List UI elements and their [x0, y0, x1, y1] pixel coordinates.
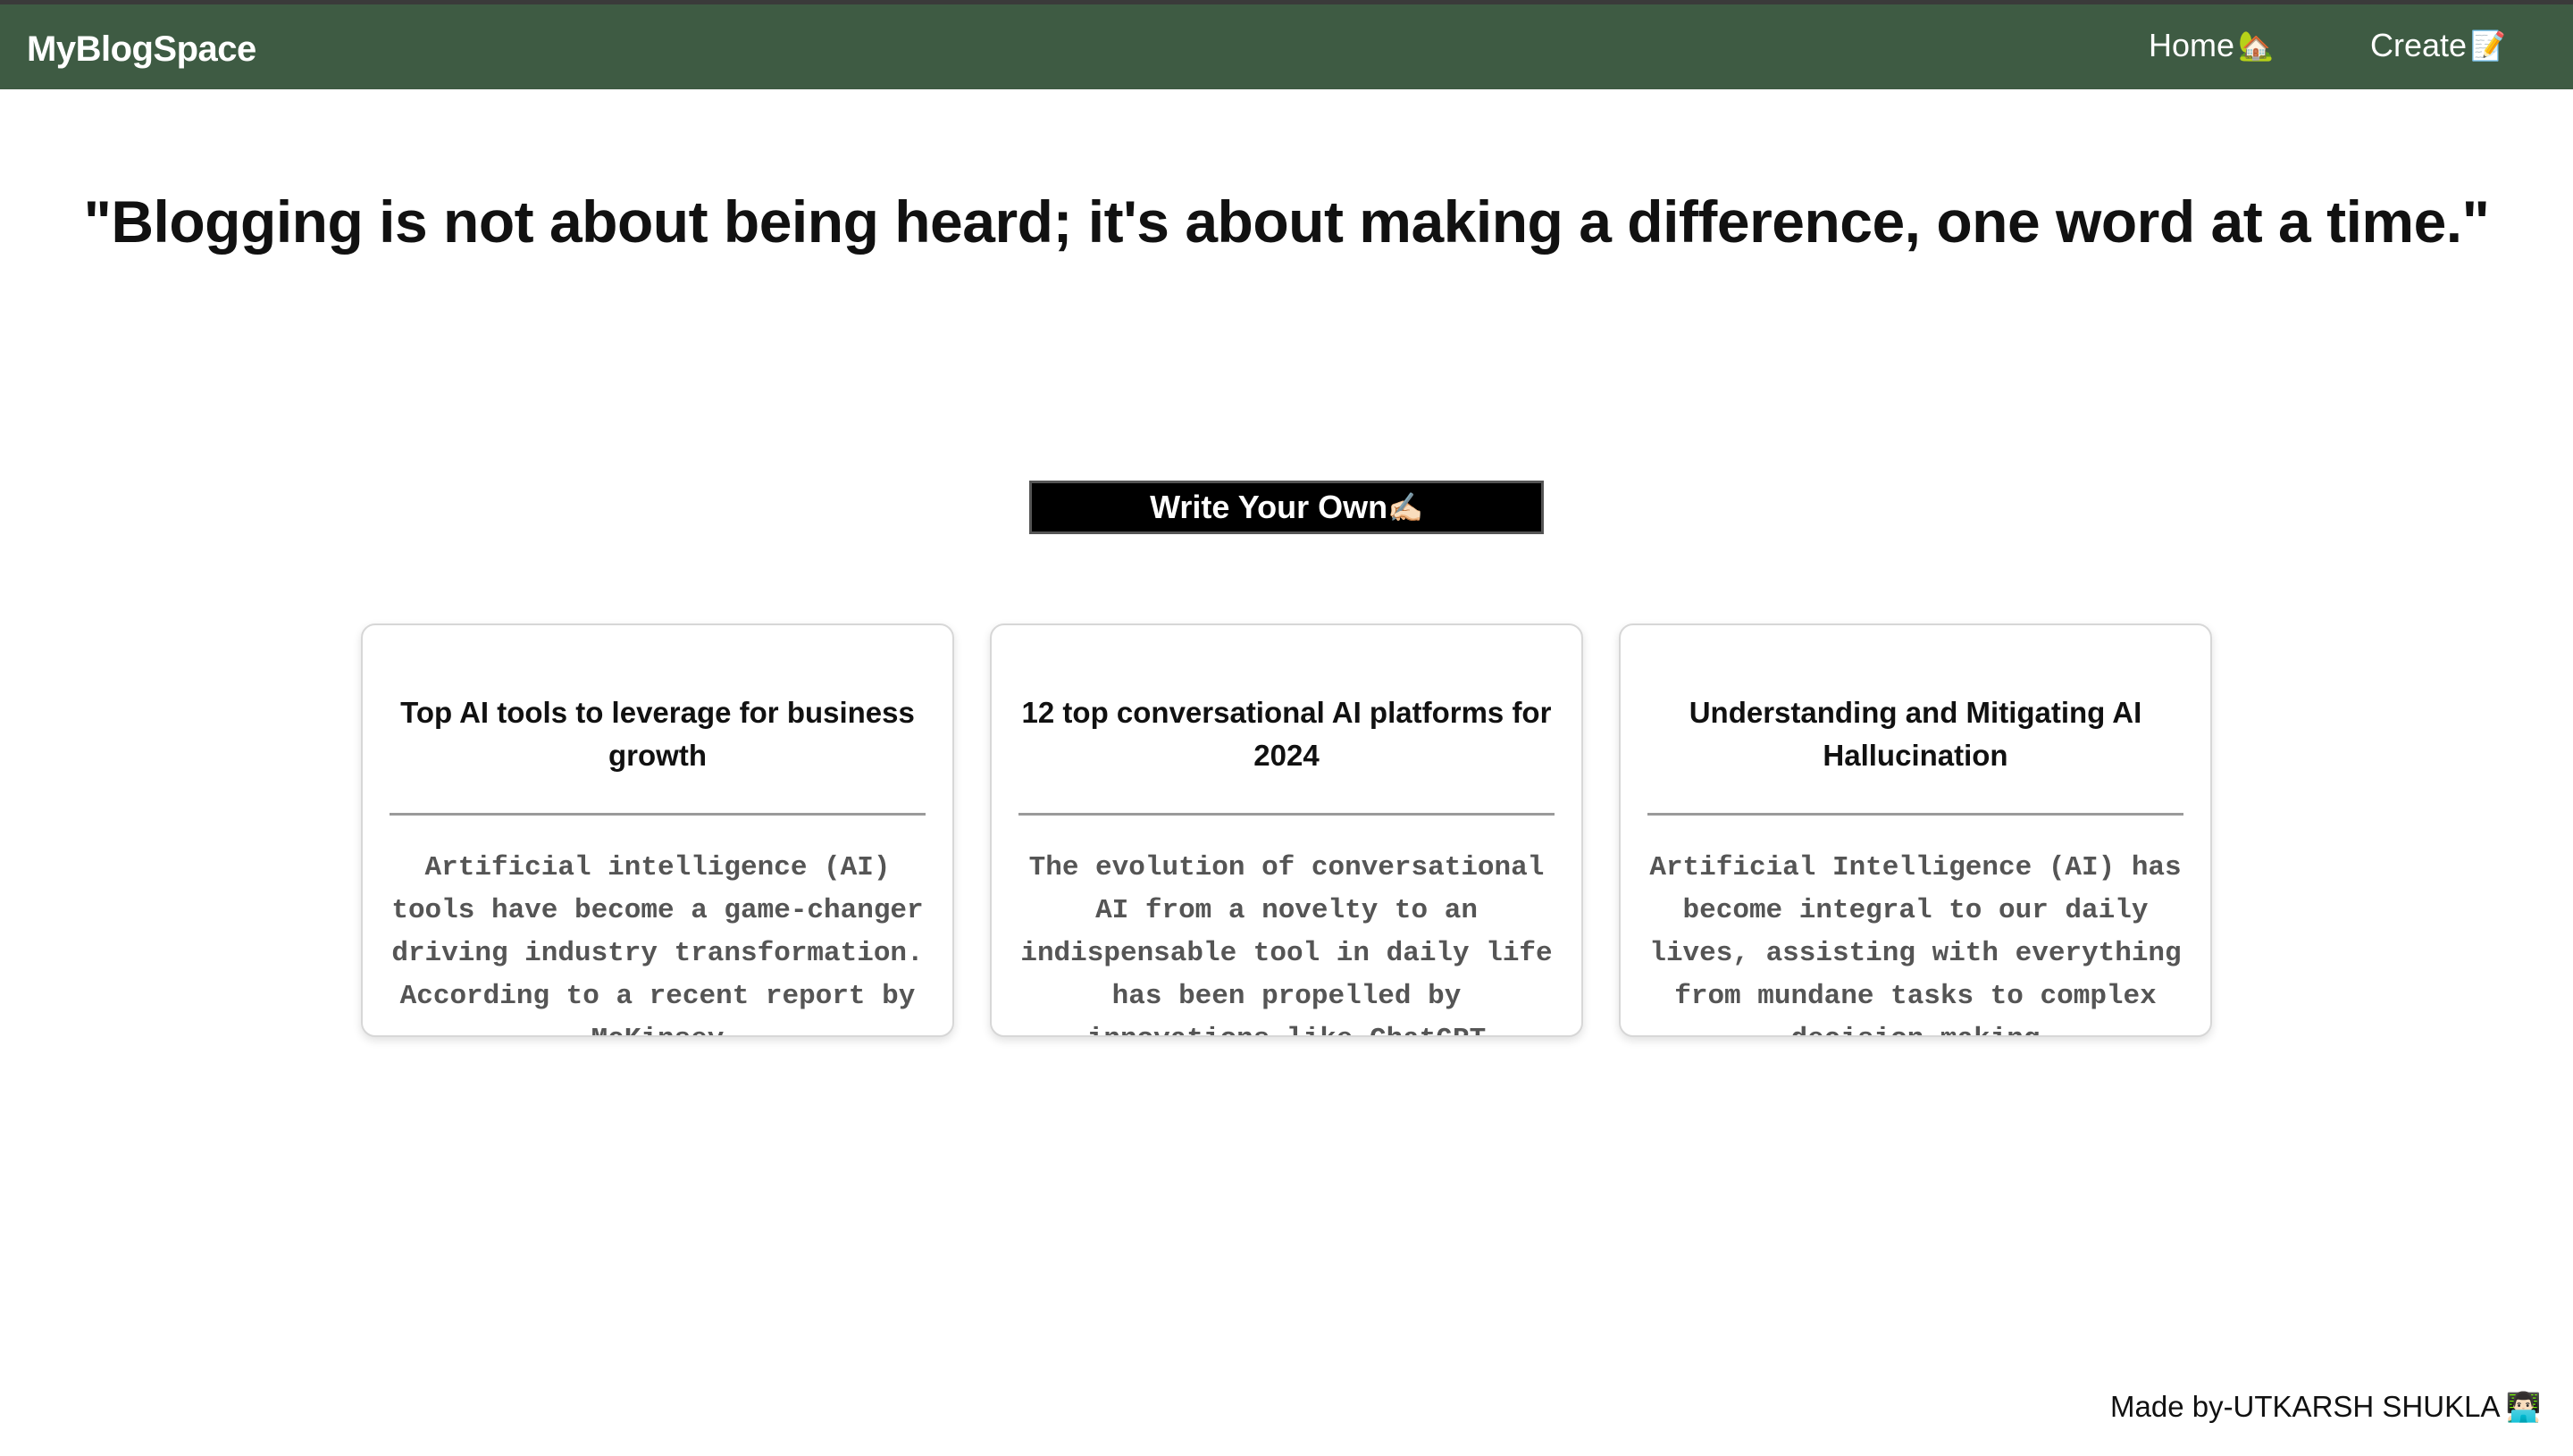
blog-card-divider — [1647, 813, 2183, 816]
blog-card-divider — [390, 813, 926, 816]
navbar: MyBlogSpace Home 🏡 Create 📝 — [0, 4, 2573, 89]
blog-card[interactable]: Top AI tools to leverage for business gr… — [361, 623, 954, 1037]
blog-card-excerpt: Artificial Intelligence (AI) has become … — [1649, 852, 2182, 1035]
memo-icon: 📝 — [2470, 28, 2506, 63]
footer-credit: Made by-UTKARSH SHUKLA 👨🏻‍💻 — [2110, 1390, 2541, 1424]
blog-card-title: 12 top conversational AI platforms for 2… — [1021, 696, 1552, 772]
write-your-own-label: Write Your Own — [1150, 489, 1388, 525]
blog-card-excerpt: The evolution of conversational AI from … — [1020, 852, 1553, 1035]
nav-create-label: Create — [2370, 26, 2468, 63]
brand-logo[interactable]: MyBlogSpace — [27, 29, 256, 69]
blog-card-divider — [1018, 813, 1555, 816]
hero-quote: "Blogging is not about being heard; it's… — [83, 188, 2490, 255]
blog-card-title: Top AI tools to leverage for business gr… — [400, 696, 915, 772]
nav-home-link[interactable]: Home 🏡 — [2149, 26, 2274, 63]
footer-text: Made by-UTKARSH SHUKLA — [2110, 1390, 2501, 1423]
write-your-own-button[interactable]: Write Your Own ✍🏻 — [1029, 481, 1544, 534]
nav-create-link[interactable]: Create 📝 — [2370, 26, 2506, 63]
blog-card-title: Understanding and Mitigating AI Hallucin… — [1689, 696, 2142, 772]
page: MyBlogSpace Home 🏡 Create 📝 "Blogging is… — [0, 0, 2573, 1456]
writing-hand-icon: ✍🏻 — [1387, 490, 1423, 524]
blog-card-excerpt: Artificial intelligence (AI) tools have … — [391, 852, 924, 1035]
house-icon: 🏡 — [2238, 28, 2274, 63]
technologist-icon: 👨🏻‍💻 — [2505, 1390, 2542, 1424]
blog-card[interactable]: 12 top conversational AI platforms for 2… — [990, 623, 1583, 1037]
nav-home-label: Home — [2149, 26, 2235, 63]
blog-card[interactable]: Understanding and Mitigating AI Hallucin… — [1619, 623, 2212, 1037]
